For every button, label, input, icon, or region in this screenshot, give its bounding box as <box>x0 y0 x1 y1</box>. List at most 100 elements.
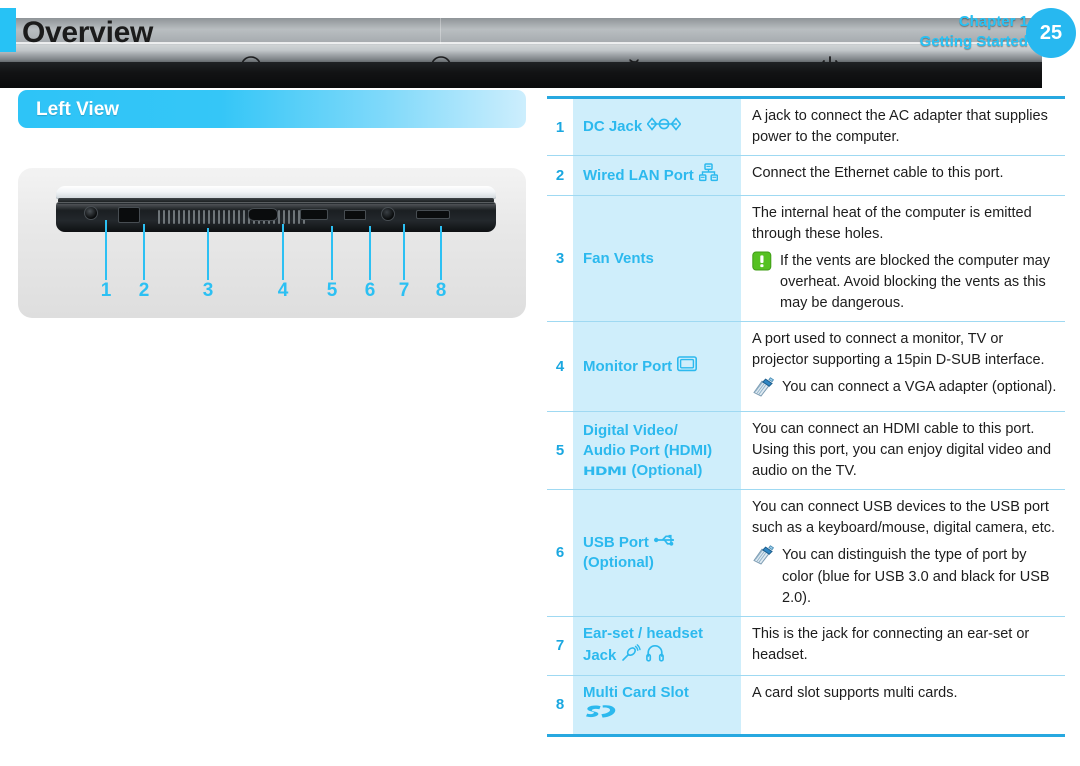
table-row: 4 Monitor Port A port used to connect a … <box>547 322 1065 413</box>
callout-number-2: 2 <box>138 280 150 301</box>
row-label-line2: Jack <box>583 646 617 664</box>
monitor-port <box>248 208 278 221</box>
row-label-line1: Ear-set / headset <box>583 624 704 642</box>
chapter-label: Chapter 1 Getting Started <box>920 12 1028 53</box>
fan-vents <box>158 210 305 224</box>
port-description-table: 1 DC Jack A jack to connect the AC adapt… <box>547 96 1065 737</box>
dc-jack-port <box>84 206 98 220</box>
section-banner: Left View <box>18 90 526 128</box>
callout-line <box>403 224 405 280</box>
header-accent-tab <box>0 8 16 52</box>
left-view-figure: 1 2 3 4 5 6 7 8 <box>18 168 526 318</box>
multi-card-slot-port <box>416 210 450 219</box>
row-name-cell: Wired LAN Port <box>573 156 741 196</box>
row-description: The internal heat of the computer is emi… <box>752 205 1032 243</box>
row-label: Multi Card Slot <box>583 684 689 702</box>
hinge-highlight <box>0 42 1042 44</box>
row-label: DC Jack <box>583 117 643 135</box>
warning-text: If the vents are blocked the computer ma… <box>780 253 1050 312</box>
table-row: 3 Fan Vents The internal heat of the com… <box>547 196 1065 323</box>
row-description-cell: A port used to connect a monitor, TV or … <box>741 322 1065 411</box>
network-icon <box>698 163 718 188</box>
header-dark-band <box>0 62 1042 88</box>
row-description: You can connect USB devices to the USB p… <box>752 499 1056 537</box>
hinge-seam <box>440 18 441 44</box>
row-number: 8 <box>555 696 565 714</box>
manual-page: F A Overview <box>0 0 1080 766</box>
row-number: 2 <box>555 167 565 185</box>
row-label: Fan Vents <box>583 249 654 267</box>
headphone-icon <box>646 644 665 668</box>
row-description: This is the jack for connecting an ear-s… <box>752 625 1030 663</box>
row-description: You can connect an HDMI cable to this po… <box>752 421 1052 480</box>
callout-line <box>143 224 145 280</box>
info-note: You can connect a VGA adapter (optional)… <box>752 377 1057 404</box>
callout-number-8: 8 <box>435 280 447 301</box>
laptop-side-profile <box>56 186 496 234</box>
chapter-name: Getting Started <box>919 33 1028 51</box>
row-name-cell: Monitor Port <box>573 322 741 412</box>
callout-line <box>331 226 333 280</box>
note-text: You can connect a VGA adapter (optional)… <box>782 379 1057 396</box>
row-description-cell: The internal heat of the computer is emi… <box>741 196 1065 321</box>
note-pencil-icon <box>752 377 775 404</box>
table-row: 2 Wired LAN Port Connect the Ethernet ca… <box>547 156 1065 197</box>
row-label-line1: Digital Video/ <box>583 421 678 439</box>
callout-number-6: 6 <box>364 280 376 301</box>
microphone-icon <box>621 643 642 668</box>
row-name-cell: Fan Vents <box>573 196 741 322</box>
sd-card-icon <box>583 703 733 726</box>
row-number: 4 <box>555 358 565 376</box>
hdmi-logo-icon: HDMI <box>583 464 627 479</box>
row-name-cell: Digital Video/ Audio Port (HDMI) HDMI (O… <box>573 412 741 490</box>
table-row: 1 DC Jack A jack to connect the AC adapt… <box>547 99 1065 157</box>
section-title: Left View <box>36 99 120 120</box>
row-description: A port used to connect a monitor, TV or … <box>752 331 1045 369</box>
usb-port <box>344 210 366 220</box>
monitor-icon <box>677 355 698 378</box>
lan-port <box>118 207 140 223</box>
callout-line <box>440 226 442 280</box>
callout-line <box>207 228 209 280</box>
table-row: 8 Multi Card Slot A card slot supports m… <box>547 676 1065 734</box>
dc-jack-icon <box>646 117 682 137</box>
callout-line <box>282 224 284 280</box>
callout-number-5: 5 <box>326 280 338 301</box>
callout-line <box>105 220 107 280</box>
page-number-badge: 25 <box>1026 8 1076 58</box>
callout-number-3: 3 <box>202 280 214 301</box>
row-name-cell: DC Jack <box>573 99 741 156</box>
row-description-cell: You can connect USB devices to the USB p… <box>741 490 1065 615</box>
note-pencil-icon <box>752 545 775 572</box>
row-description: A card slot supports multi cards. <box>752 685 958 702</box>
row-label-line2: Audio Port (HDMI) <box>583 441 713 459</box>
page-title: Overview <box>22 16 154 49</box>
table-row: 6 USB Port (Optional) You can connect US… <box>547 490 1065 617</box>
row-name-cell: Ear-set / headset Jack <box>573 616 741 676</box>
chapter-number: Chapter 1 <box>958 13 1028 30</box>
row-number: 6 <box>555 544 565 562</box>
warning-note: If the vents are blocked the computer ma… <box>752 251 1057 314</box>
callout-number-4: 4 <box>277 280 289 301</box>
row-description: Connect the Ethernet cable to this port. <box>752 165 1004 182</box>
table-row: 7 Ear-set / headset Jack This is the jac… <box>547 616 1065 677</box>
row-name-cell: Multi Card Slot <box>573 676 741 734</box>
row-number: 5 <box>555 442 565 460</box>
headset-jack-port <box>381 207 395 221</box>
warning-icon <box>752 251 772 279</box>
row-label-optional: (Optional) <box>631 462 703 480</box>
callout-number-1: 1 <box>100 280 112 301</box>
table-row: 5 Digital Video/ Audio Port (HDMI) HDMI … <box>547 412 1065 491</box>
callout-line <box>369 226 371 280</box>
row-number: 1 <box>555 118 565 136</box>
hdmi-port <box>300 209 328 220</box>
row-label-optional: (Optional) <box>583 553 654 571</box>
info-note: You can distinguish the type of port by … <box>752 545 1057 608</box>
row-description: A jack to connect the AC adapter that su… <box>752 108 1048 146</box>
note-text: You can distinguish the type of port by … <box>782 547 1050 606</box>
usb-icon <box>653 533 678 553</box>
row-number: 7 <box>555 637 565 655</box>
row-name-cell: USB Port (Optional) <box>573 490 741 616</box>
row-number: 3 <box>555 250 565 268</box>
row-label: Wired LAN Port <box>583 166 694 184</box>
